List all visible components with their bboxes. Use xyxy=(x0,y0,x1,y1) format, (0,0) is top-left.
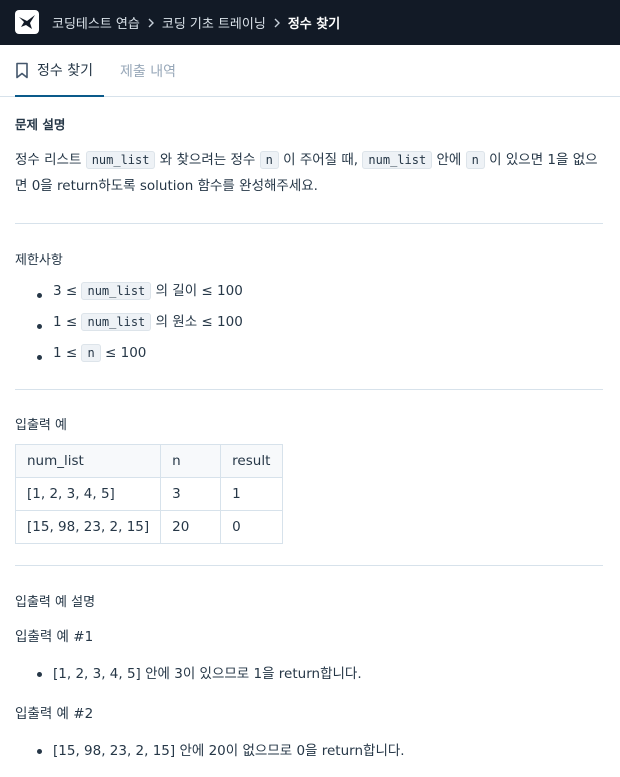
section-divider xyxy=(15,389,603,390)
table-cell: 20 xyxy=(160,510,222,544)
problem-description: 정수 리스트 num_list 와 찾으려는 정수 n 이 주어질 때, num… xyxy=(15,147,605,199)
list-item: 1 ≤ n ≤ 100 xyxy=(15,341,595,372)
example-1-list: [1, 2, 3, 4, 5] 안에 3이 있으므로 1을 return합니다. xyxy=(15,661,595,687)
tab-problem[interactable]: 정수 찾기 xyxy=(15,45,104,97)
inline-code: n xyxy=(465,151,485,169)
list-item: [15, 98, 23, 2, 15] 안에 20이 없으므로 0을 retur… xyxy=(15,738,595,764)
constraints-heading: 제한사항 xyxy=(15,253,63,268)
example-2-title: 입출력 예 #2 xyxy=(15,706,94,722)
desc-text: 안에 xyxy=(432,152,466,168)
table-cell: [1, 2, 3, 4, 5] xyxy=(14,477,162,511)
breadcrumb-coding-test[interactable]: 코딩테스트 연습 xyxy=(52,13,140,32)
column-header: n xyxy=(160,444,222,478)
table-cell: 3 xyxy=(160,477,222,511)
constraint-text: 의 길이 ≤ 100 xyxy=(151,283,243,299)
inline-code: num_list xyxy=(81,282,152,300)
programmers-logo-icon[interactable] xyxy=(15,10,39,34)
breadcrumb-current-problem: 정수 찾기 xyxy=(287,17,341,32)
examples-table: num_list n result [1, 2, 3, 4, 5] 3 1 [1… xyxy=(14,444,284,544)
table-row: [1, 2, 3, 4, 5] 3 1 xyxy=(14,477,284,511)
table-cell: 1 xyxy=(220,477,284,511)
section-divider xyxy=(15,223,603,224)
chevron-right-icon xyxy=(147,18,155,28)
list-item: 1 ≤ num_list 의 원소 ≤ 100 xyxy=(15,310,595,341)
problem-description-heading: 문제 설명 xyxy=(15,117,66,132)
top-navigation-bar: 코딩테스트 연습 코딩 기초 트레이닝 정수 찾기 xyxy=(0,0,620,45)
chevron-right-icon xyxy=(273,18,281,28)
problem-tabs: 정수 찾기 제출 내역 xyxy=(0,45,620,97)
tab-submissions[interactable]: 제출 내역 xyxy=(120,45,176,97)
inline-code: num_list xyxy=(362,151,433,169)
example-1-title: 입출력 예 #1 xyxy=(15,629,94,645)
desc-text: 와 찾으려는 정수 xyxy=(155,152,260,168)
desc-text: 정수 리스트 xyxy=(15,152,86,168)
constraints-list: 3 ≤ num_list 의 길이 ≤ 100 1 ≤ num_list 의 원… xyxy=(15,279,595,372)
desc-text: 이 주어질 때, xyxy=(278,152,363,168)
inline-code: n xyxy=(259,151,279,169)
example-2-list: [15, 98, 23, 2, 15] 안에 20이 없으므로 0을 retur… xyxy=(15,738,595,764)
column-header: result xyxy=(220,444,284,478)
constraint-text: 1 ≤ xyxy=(53,345,82,361)
constraint-text: 3 ≤ xyxy=(53,283,82,299)
list-item: [1, 2, 3, 4, 5] 안에 3이 있으므로 1을 return합니다. xyxy=(15,661,595,687)
constraint-text: ≤ 100 xyxy=(100,345,147,361)
table-cell: 0 xyxy=(220,510,284,544)
constraint-text: 1 ≤ xyxy=(53,314,82,330)
constraint-text: 의 원소 ≤ 100 xyxy=(151,314,243,330)
breadcrumb: 코딩테스트 연습 코딩 기초 트레이닝 정수 찾기 xyxy=(52,0,340,45)
inline-code: num_list xyxy=(81,313,152,331)
breadcrumb-basic-training[interactable]: 코딩 기초 트레이닝 xyxy=(162,13,266,32)
inline-code: num_list xyxy=(85,151,156,169)
tab-problem-label: 정수 찾기 xyxy=(37,63,93,79)
section-divider xyxy=(15,565,603,566)
column-header: num_list xyxy=(14,444,162,478)
list-item: 3 ≤ num_list 의 길이 ≤ 100 xyxy=(15,279,595,310)
table-header-row: num_list n result xyxy=(14,444,284,478)
inline-code: n xyxy=(81,344,101,362)
table-row: [15, 98, 23, 2, 15] 20 0 xyxy=(14,510,284,544)
explanation-heading: 입출력 예 설명 xyxy=(15,595,96,610)
examples-heading: 입출력 예 xyxy=(15,418,67,433)
table-cell: [15, 98, 23, 2, 15] xyxy=(14,510,162,544)
bookmark-icon xyxy=(15,62,29,79)
